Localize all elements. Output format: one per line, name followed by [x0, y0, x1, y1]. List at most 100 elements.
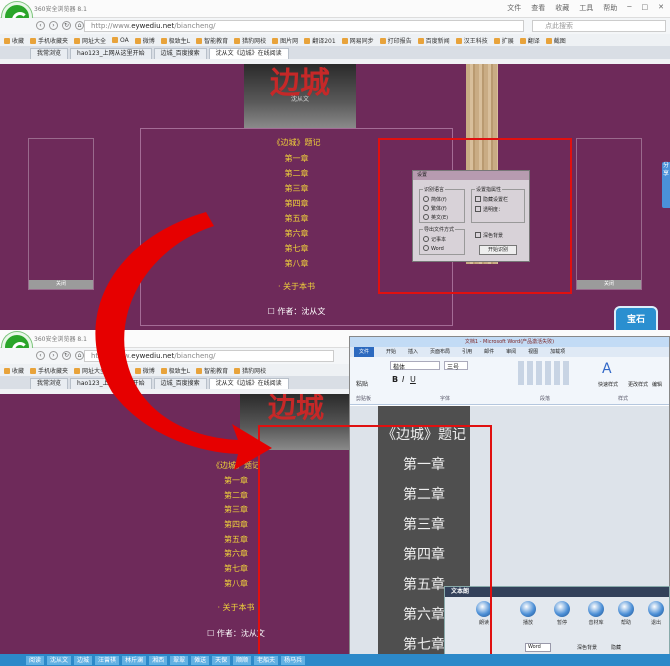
- fav-item[interactable]: 智能教育: [196, 366, 228, 375]
- fav-item[interactable]: 网易同步: [342, 36, 374, 45]
- fav-item[interactable]: OA: [112, 367, 129, 374]
- menu-favorites[interactable]: 收藏: [555, 3, 569, 13]
- tab-mailings[interactable]: 邮件: [484, 347, 494, 357]
- back-icon[interactable]: ‹: [36, 351, 45, 360]
- close-button[interactable]: 关闭: [577, 280, 641, 289]
- fav-item[interactable]: 百度新闻: [418, 36, 450, 45]
- fav-item[interactable]: 翻译: [520, 36, 540, 45]
- tab-hao123[interactable]: hao123_上网从这里开始: [70, 378, 152, 389]
- fav-item[interactable]: 极致生L: [161, 366, 190, 375]
- font-size-select[interactable]: 三号: [444, 361, 468, 371]
- fav-item[interactable]: 网址大全: [74, 36, 106, 45]
- fav-item[interactable]: 网址大全: [74, 366, 106, 375]
- tab-biancheng[interactable]: 沈从文《边城》在线阅读: [208, 378, 289, 389]
- tab-review[interactable]: 审阅: [506, 347, 516, 357]
- library-button[interactable]: 音材库: [581, 601, 611, 626]
- bottom-tag[interactable]: 老船夫: [254, 655, 279, 665]
- fav-item[interactable]: 翻译201: [304, 36, 335, 45]
- fav-item[interactable]: 手机收藏夹: [30, 36, 68, 45]
- fav-item[interactable]: 图片网: [272, 36, 298, 45]
- quick-style-label[interactable]: 快速样式: [598, 381, 618, 388]
- bottom-tag[interactable]: 杨马兵: [281, 655, 306, 665]
- tab-frequent[interactable]: 我常浏览: [30, 48, 69, 59]
- address-bar[interactable]: http://www.eywediu.net/biancheng/: [84, 350, 334, 362]
- play-button[interactable]: 播放: [515, 601, 541, 626]
- tab-baidu[interactable]: 边城_百度搜索: [153, 48, 207, 59]
- tab-home[interactable]: 开始: [386, 347, 396, 357]
- menu-view[interactable]: 查看: [531, 3, 545, 13]
- help-button[interactable]: 帮助: [613, 601, 639, 626]
- fav-item[interactable]: 截图: [546, 36, 566, 45]
- italic-icon[interactable]: I: [402, 375, 404, 384]
- tab-frequent[interactable]: 我常浏览: [30, 378, 69, 389]
- bottom-tag[interactable]: 边城: [74, 655, 93, 665]
- quick-style-icon[interactable]: A: [602, 361, 612, 377]
- underline-icon[interactable]: U: [410, 375, 416, 384]
- paste-button[interactable]: 粘贴: [356, 379, 368, 388]
- address-bar[interactable]: http://www.eywediu.net/biancheng/: [84, 20, 524, 32]
- bottom-tag[interactable]: 汪曾祺: [95, 655, 120, 665]
- minimize-icon[interactable]: ─: [627, 3, 631, 13]
- bottom-tag[interactable]: 阅读: [26, 655, 45, 665]
- hide-toggle[interactable]: 隐藏: [611, 644, 621, 651]
- bottom-tag[interactable]: 顺顺: [233, 655, 252, 665]
- tab-insert[interactable]: 插入: [408, 347, 418, 357]
- bottom-tag[interactable]: 傩送: [191, 655, 210, 665]
- fav-item[interactable]: 收藏: [4, 36, 24, 45]
- tab-file[interactable]: 文件: [354, 347, 375, 357]
- close-icon[interactable]: ✕: [658, 3, 664, 13]
- ribbon-tabs: 文件 开始 插入 页面布局 引用 邮件 审阅 视图 加载项: [350, 347, 669, 357]
- fav-item[interactable]: 微博: [135, 366, 155, 375]
- fav-item[interactable]: 猎豹网校: [234, 366, 266, 375]
- fav-item[interactable]: 扩展: [494, 36, 514, 45]
- bottom-tag[interactable]: 天保: [212, 655, 231, 665]
- refresh-icon[interactable]: ↻: [62, 21, 71, 30]
- home-icon[interactable]: ⌂: [75, 21, 84, 30]
- bottom-tag[interactable]: 沈从文: [47, 655, 72, 665]
- back-icon[interactable]: ‹: [36, 21, 45, 30]
- tab-biancheng[interactable]: 沈从文《边城》在线阅读: [208, 48, 289, 59]
- nav-buttons: ‹ › ↻ ⌂: [36, 21, 84, 30]
- bold-icon[interactable]: B: [392, 375, 398, 384]
- bottom-tag[interactable]: 翠翠: [170, 655, 189, 665]
- tab-view[interactable]: 视图: [528, 347, 538, 357]
- refresh-icon[interactable]: ↻: [62, 351, 71, 360]
- dark-bg-toggle[interactable]: 深色背景: [577, 644, 597, 651]
- search-input[interactable]: 点此搜索: [532, 20, 666, 32]
- close-button[interactable]: 关闭: [29, 280, 93, 289]
- exit-button[interactable]: 退出: [643, 601, 669, 626]
- bottom-tag[interactable]: 湘西: [149, 655, 168, 665]
- tab-addins[interactable]: 加载项: [550, 347, 565, 357]
- fav-item[interactable]: 智能教育: [196, 36, 228, 45]
- url-domain: eywediu.net: [131, 22, 175, 30]
- fav-item[interactable]: 微博: [135, 36, 155, 45]
- menu-tools[interactable]: 工具: [579, 3, 593, 13]
- fav-item[interactable]: 打印报告: [380, 36, 412, 45]
- forward-icon[interactable]: ›: [49, 21, 58, 30]
- app-name: 360安全浏览器 8.1: [34, 336, 87, 343]
- fav-item[interactable]: OA: [112, 37, 129, 44]
- font-name-select[interactable]: 楷体: [390, 361, 440, 371]
- tab-hao123[interactable]: hao123_上网从这里开始: [70, 48, 152, 59]
- home-icon[interactable]: ⌂: [75, 351, 84, 360]
- paragraph-tools[interactable]: [518, 361, 572, 385]
- menu-file[interactable]: 文件: [507, 3, 521, 13]
- tab-references[interactable]: 引用: [462, 347, 472, 357]
- voice-select[interactable]: Word: [525, 643, 551, 652]
- pause-button[interactable]: 暂停: [549, 601, 575, 626]
- tab-baidu[interactable]: 边城_百度搜索: [153, 378, 207, 389]
- url-prefix: http://www.: [91, 22, 132, 30]
- fav-item[interactable]: 收藏: [4, 366, 24, 375]
- forward-icon[interactable]: ›: [49, 351, 58, 360]
- menu-help[interactable]: 帮助: [603, 3, 617, 13]
- maximize-icon[interactable]: □: [642, 3, 649, 13]
- bottom-tag[interactable]: 林斤澜: [122, 655, 147, 665]
- fav-item[interactable]: 猎豹网校: [234, 36, 266, 45]
- fav-item[interactable]: 汉王科技: [456, 36, 488, 45]
- change-style-label[interactable]: 更改样式: [628, 381, 648, 388]
- fav-item[interactable]: 手机收藏夹: [30, 366, 68, 375]
- tab-layout[interactable]: 页面布局: [430, 347, 450, 357]
- share-side-tab[interactable]: 分享: [662, 162, 670, 208]
- edit-label[interactable]: 编辑: [652, 381, 662, 388]
- fav-item[interactable]: 极致生L: [161, 36, 190, 45]
